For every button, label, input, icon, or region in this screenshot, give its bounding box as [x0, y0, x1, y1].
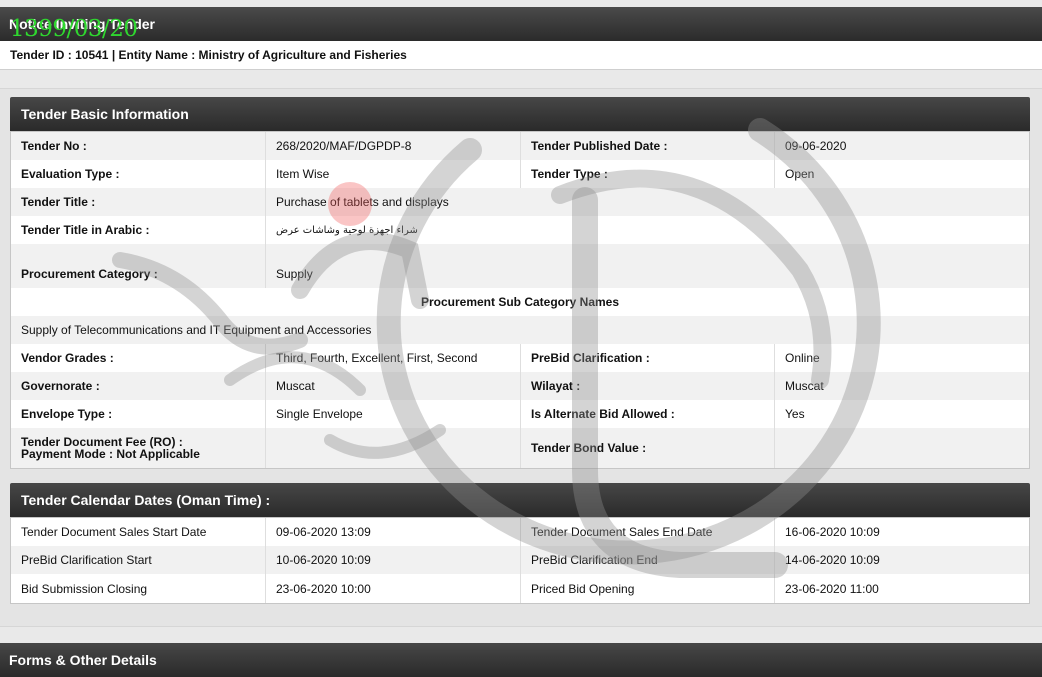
vendor-grades-label: Vendor Grades : [11, 344, 266, 372]
notice-title-bar: Notice Inviting Tender [0, 7, 1042, 41]
table-row: Vendor Grades : Third, Fourth, Excellent… [11, 344, 1029, 372]
table-row: Tender Document Sales Start Date 09-06-2… [11, 518, 1029, 546]
table-row: Governorate : Muscat Wilayat : Muscat [11, 372, 1029, 400]
calendar-value: 16-06-2020 10:09 [785, 525, 880, 539]
prebid-clarification-label: PreBid Clarification : [521, 344, 775, 372]
calendar-table: Tender Document Sales Start Date 09-06-2… [10, 517, 1030, 604]
procurement-category-value: Supply [276, 267, 313, 281]
calendar-value: 09-06-2020 13:09 [266, 518, 521, 546]
table-row: Tender Document Fee (RO) : Payment Mode … [11, 428, 1029, 468]
calendar-value: 14-06-2020 10:09 [785, 553, 880, 567]
calendar-label: Tender Document Sales End Date [521, 518, 775, 546]
payment-mode-label: Payment Mode : [21, 447, 117, 461]
table-row: Tender Title in Arabic : شراء اجهزة لوحي… [11, 216, 1029, 244]
eval-type-label: Evaluation Type : [11, 160, 266, 188]
tender-title-label: Tender Title : [11, 188, 266, 216]
notice-title: Notice Inviting Tender [9, 16, 155, 32]
tender-title-arabic-value: شراء اجهزة لوحية وشاشات عرض [276, 224, 418, 236]
basic-info-table: Tender No : 268/2020/MAF/DGPDP-8 Tender … [10, 131, 1030, 469]
calendar-header-label: Tender Calendar Dates (Oman Time) : [21, 492, 271, 508]
tender-type-value: Open [785, 167, 815, 181]
calendar-value: 23-06-2020 10:00 [266, 574, 521, 603]
governorate-value: Muscat [266, 372, 521, 400]
prebid-clarification-value: Online [785, 351, 820, 365]
doc-fee-value [266, 428, 521, 468]
tender-no-value: 268/2020/MAF/DGPDP-8 [266, 132, 521, 160]
table-row: Tender Title : Purchase of tablets and d… [11, 188, 1029, 216]
eval-type-value: Item Wise [266, 160, 521, 188]
tender-title-value: Purchase of tablets and displays [276, 195, 449, 209]
table-row: Procurement Sub Category Names [11, 288, 1029, 316]
envelope-type-label: Envelope Type : [11, 400, 266, 428]
governorate-label: Governorate : [11, 372, 266, 400]
tender-bond-value [775, 428, 1029, 468]
tender-title-arabic-label: Tender Title in Arabic : [11, 216, 266, 244]
alternate-bid-value: Yes [785, 407, 805, 421]
table-row: Supply of Telecommunications and IT Equi… [11, 316, 1029, 344]
calendar-label: PreBid Clarification Start [11, 546, 266, 574]
tender-bond-label: Tender Bond Value : [521, 428, 775, 468]
tender-id-line: Tender ID : 10541 | Entity Name : Minist… [0, 41, 1042, 70]
calendar-label: Bid Submission Closing [11, 574, 266, 603]
published-date-value: 09-06-2020 [785, 139, 847, 153]
calendar-label: PreBid Clarification End [521, 546, 775, 574]
forms-header: Forms & Other Details [0, 643, 1042, 677]
procurement-category-label: Procurement Category : [11, 244, 266, 288]
table-row: Bid Submission Closing 23-06-2020 10:00 … [11, 574, 1029, 603]
doc-fee-cell: Tender Document Fee (RO) : Payment Mode … [11, 428, 266, 468]
table-row: Procurement Category : Supply [11, 244, 1029, 288]
tender-title-arabic-cell: شراء اجهزة لوحية وشاشات عرض [266, 216, 1029, 244]
envelope-type-value: Single Envelope [266, 400, 521, 428]
calendar-label: Priced Bid Opening [521, 574, 775, 603]
alternate-bid-label: Is Alternate Bid Allowed : [521, 400, 775, 428]
wilayat-value: Muscat [785, 379, 824, 393]
calendar-label: Tender Document Sales Start Date [11, 518, 266, 546]
calendar-header: Tender Calendar Dates (Oman Time) : [10, 483, 1030, 517]
sub-category-header: Procurement Sub Category Names [420, 295, 620, 309]
tender-type-label: Tender Type : [521, 160, 775, 188]
calendar-value: 10-06-2020 10:09 [266, 546, 521, 574]
basic-info-header: Tender Basic Information [10, 97, 1030, 131]
table-row: Envelope Type : Single Envelope Is Alter… [11, 400, 1029, 428]
published-date-label: Tender Published Date : [521, 132, 775, 160]
forms-header-label: Forms & Other Details [9, 652, 157, 668]
wilayat-label: Wilayat : [521, 372, 775, 400]
tender-no-label: Tender No : [11, 132, 266, 160]
table-row: Tender No : 268/2020/MAF/DGPDP-8 Tender … [11, 132, 1029, 160]
table-row: PreBid Clarification Start 10-06-2020 10… [11, 546, 1029, 574]
payment-mode-value: Not Applicable [116, 447, 200, 461]
table-row: Evaluation Type : Item Wise Tender Type … [11, 160, 1029, 188]
calendar-value: 23-06-2020 11:00 [785, 581, 879, 596]
basic-info-header-label: Tender Basic Information [21, 106, 189, 122]
payment-mode: Payment Mode : Not Applicable [21, 448, 200, 460]
vendor-grades-value: Third, Fourth, Excellent, First, Second [266, 344, 521, 372]
sub-category-value: Supply of Telecommunications and IT Equi… [21, 323, 372, 337]
